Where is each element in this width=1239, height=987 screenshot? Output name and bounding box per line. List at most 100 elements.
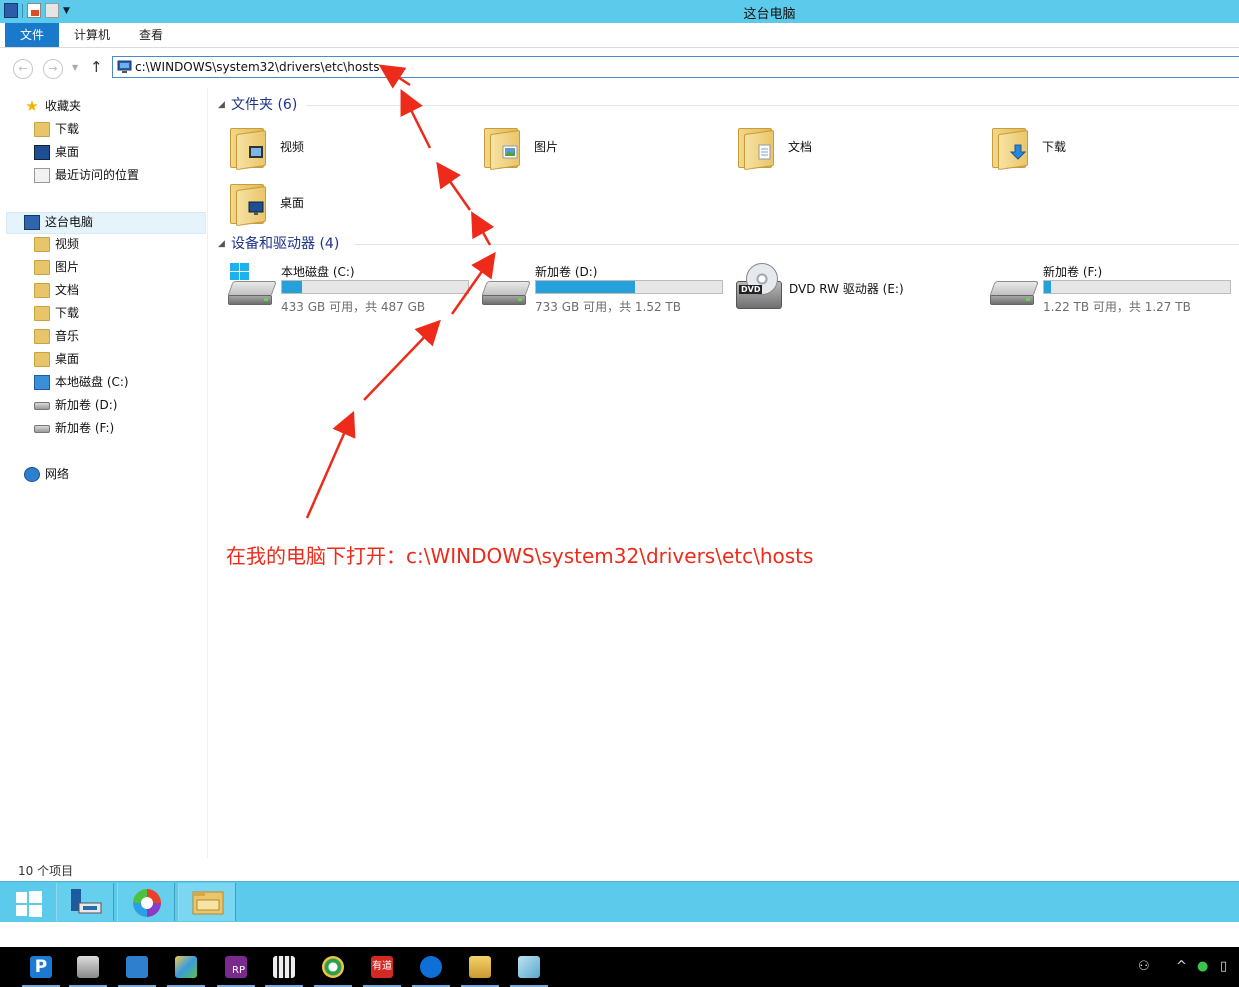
window-title: 这台电脑 [743, 7, 796, 22]
computer-icon [126, 956, 148, 978]
browser-icon [322, 956, 344, 978]
folder-label: 图片 [534, 140, 559, 154]
calculator-icon [273, 956, 295, 978]
taskbar-app-axure[interactable]: RP [213, 947, 259, 987]
sidebar-item-label: 本地磁盘 (C:) [55, 375, 129, 389]
drive-usage-bar [1043, 280, 1231, 294]
documents-folder-icon [34, 283, 50, 298]
wechat-icon[interactable]: ● [1197, 947, 1208, 987]
downloads-folder-icon [34, 306, 50, 321]
windows-logo-icon [230, 263, 250, 281]
tab-view[interactable]: 查看 [139, 23, 163, 47]
content-pane: ◢ 文件夹 (6) 视频 图片 文档 下载 桌面 ◢ 设备和驱动器 (4) 本地… [208, 88, 1239, 858]
group-title: 文件夹 (6) [231, 97, 298, 113]
drive-d[interactable]: 新加卷 (D:) 733 GB 可用，共 1.52 TB [481, 263, 732, 319]
taskbar-app-notepad[interactable] [506, 947, 552, 987]
sidebar-item-label: 新加卷 (F:) [55, 421, 115, 435]
sidebar-item-label: 桌面 [55, 145, 80, 159]
star-icon: ★ [25, 97, 39, 115]
sidebar-item-label: 桌面 [55, 352, 80, 366]
taskbar-app-disk-cleanup[interactable] [65, 947, 111, 987]
sidebar-item-label: 网络 [45, 467, 70, 481]
hard-drive-icon [989, 277, 1039, 307]
system-drive-icon [34, 375, 50, 390]
address-input[interactable] [135, 58, 735, 76]
hard-drive-icon [34, 402, 50, 410]
network-status-icon[interactable]: ▯ [1220, 947, 1227, 987]
start-button[interactable] [6, 883, 52, 921]
drive-free-space: 433 GB 可用，共 487 GB [281, 300, 426, 314]
network-icon [24, 467, 40, 482]
drive-name: DVD RW 驱动器 (E:) [789, 282, 904, 296]
navigation-bar: ← → ▼ ↑ [0, 48, 1239, 88]
sidebar-item-label: 最近访问的位置 [55, 168, 140, 182]
p-icon: P [30, 956, 52, 978]
folder-documents[interactable]: 文档 [736, 120, 936, 174]
desktop-folder-icon [228, 178, 270, 227]
taskbar-app-network[interactable] [163, 947, 209, 987]
notepad-icon [518, 956, 540, 978]
hard-drive-icon [227, 277, 277, 307]
up-arrow-icon[interactable]: ↑ [90, 58, 103, 76]
people-icon[interactable]: ⚇ [1138, 947, 1150, 987]
tab-computer[interactable]: 计算机 [74, 23, 110, 47]
downloads-folder-icon [34, 122, 50, 137]
pictures-folder-icon [34, 260, 50, 275]
folder-pictures[interactable]: 图片 [482, 120, 682, 174]
music-folder-icon [34, 329, 50, 344]
host-taskbar: P RP 有道 ⚇ ^ ● ▯ [0, 947, 1239, 987]
sidebar-item-label: 视频 [55, 237, 80, 251]
drive-c[interactable]: 本地磁盘 (C:) 433 GB 可用，共 487 GB [227, 263, 478, 319]
tab-file[interactable]: 文件 [5, 23, 59, 47]
show-hidden-icons-chevron-up-icon[interactable]: ^ [1176, 947, 1187, 987]
collapse-arrow-icon: ◢ [218, 100, 225, 110]
annotation-text: 在我的电脑下打开：c:\WINDOWS\system32\drivers\etc… [226, 544, 814, 568]
tools-icon [469, 956, 491, 978]
drive-name: 本地磁盘 (C:) [281, 265, 355, 279]
server-manager-icon [71, 889, 102, 914]
sidebar-item-label: 下载 [55, 122, 80, 136]
drive-usage-fill [1044, 281, 1052, 293]
sidebar-item-label: 新加卷 (D:) [55, 398, 118, 412]
taskbar-server-manager[interactable] [56, 883, 114, 921]
downloads-folder-icon [990, 122, 1032, 171]
drive-name: 新加卷 (F:) [1043, 265, 1103, 279]
status-item-count: 10 个项目 [18, 864, 74, 878]
back-button[interactable]: ← [13, 59, 33, 79]
videos-folder-icon [228, 122, 270, 171]
drive-e-dvd[interactable]: DVD DVD RW 驱动器 (E:) [736, 263, 986, 319]
drive-free-space: 1.22 TB 可用，共 1.27 TB [1043, 300, 1191, 314]
youdao-icon: 有道 [371, 956, 393, 978]
taskbar-app-youdao[interactable]: 有道 [359, 947, 405, 987]
desktop-folder-icon [34, 352, 50, 367]
taskbar-app-tools[interactable] [457, 947, 503, 987]
taskbar-app-p[interactable]: P [18, 947, 64, 987]
folder-label: 视频 [280, 140, 305, 154]
taskbar-paint[interactable] [117, 883, 175, 921]
taskbar-file-explorer[interactable] [178, 883, 236, 921]
sidebar-item-label: 收藏夹 [45, 99, 82, 113]
sidebar-item-label: 下载 [55, 306, 80, 320]
forward-button[interactable]: → [43, 59, 63, 79]
recent-locations-chevron-down-icon[interactable]: ▼ [72, 63, 78, 72]
folder-videos[interactable]: 视频 [228, 120, 428, 174]
teamviewer-icon [420, 956, 442, 978]
drive-name: 新加卷 (D:) [535, 265, 598, 279]
taskbar-app-teamviewer[interactable] [408, 947, 454, 987]
videos-folder-icon [34, 237, 50, 252]
taskbar-app-computer[interactable] [114, 947, 160, 987]
taskbar-app-calculator[interactable] [261, 947, 307, 987]
sidebar-item-label: 文档 [55, 283, 80, 297]
inner-taskbar [0, 881, 1239, 922]
computer-icon [24, 215, 40, 230]
folder-downloads[interactable]: 下载 [990, 120, 1190, 174]
group-title: 设备和驱动器 (4) [231, 236, 340, 252]
drive-f[interactable]: 新加卷 (F:) 1.22 TB 可用，共 1.27 TB [989, 263, 1239, 319]
sidebar-item-label: 图片 [55, 260, 80, 274]
desktop-icon [34, 145, 50, 160]
address-bar[interactable] [112, 56, 1239, 78]
taskbar-app-browser[interactable] [310, 947, 356, 987]
recent-places-icon [34, 168, 50, 183]
folder-desktop[interactable]: 桌面 [228, 176, 428, 230]
group-divider [354, 244, 1239, 245]
